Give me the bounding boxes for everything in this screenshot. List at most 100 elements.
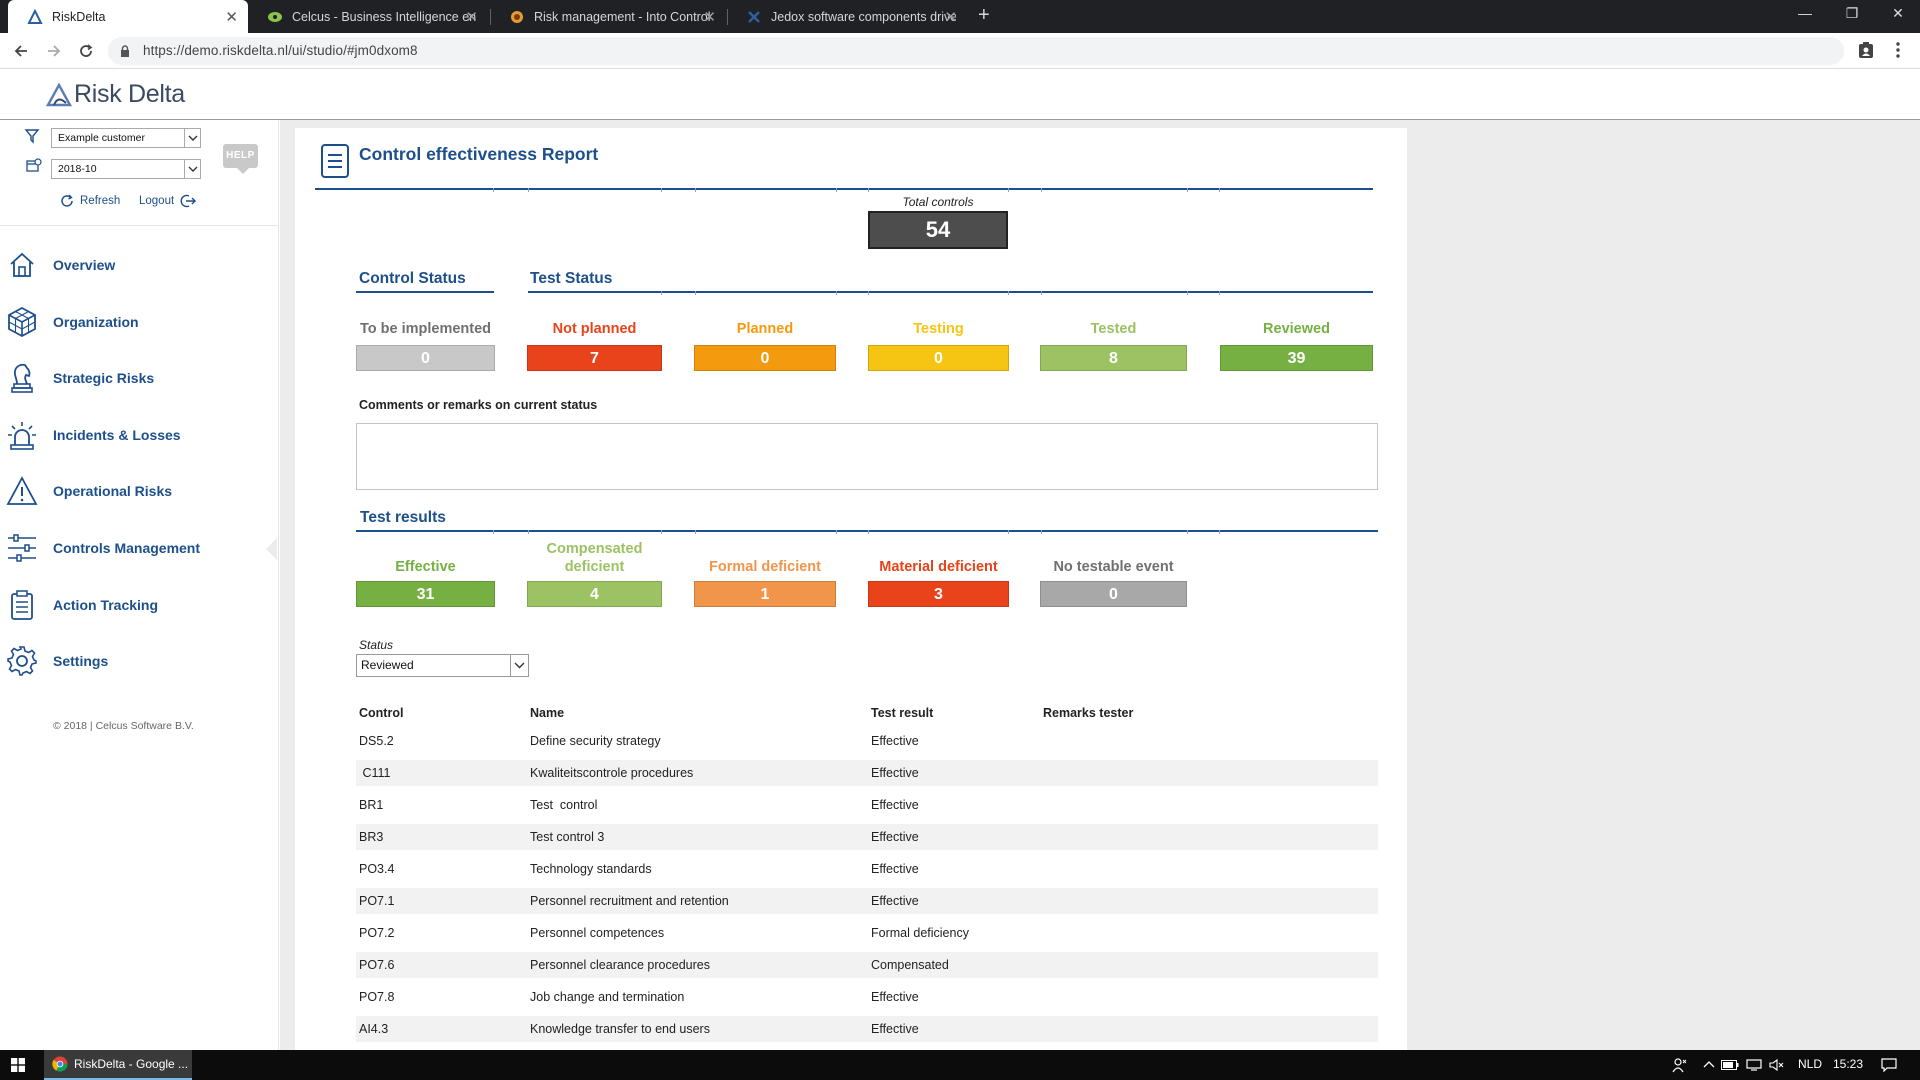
- browser-tab-riskdelta[interactable]: RiskDelta ✕: [8, 0, 248, 33]
- logout-button[interactable]: Logout: [139, 194, 202, 208]
- total-controls-label: Total controls: [902, 195, 974, 209]
- close-tab-icon[interactable]: ✕: [225, 8, 238, 26]
- total-controls-value: 54: [868, 211, 1008, 249]
- cell-name: Job change and termination: [530, 990, 685, 1004]
- cell-test-result: Effective: [871, 734, 919, 748]
- brand-logo[interactable]: Risk Delta: [46, 80, 185, 109]
- stat-value-box[interactable]: 0: [356, 345, 495, 371]
- close-tab-icon[interactable]: ✕: [465, 8, 478, 26]
- battery-icon[interactable]: [1721, 1060, 1739, 1070]
- customer-select[interactable]: Example customer: [51, 128, 201, 148]
- sidebar-item-action-tracking[interactable]: Action Tracking: [0, 585, 278, 625]
- sidebar-divider: [0, 225, 278, 226]
- restore-icon[interactable]: ❐: [1829, 0, 1875, 28]
- comments-textarea[interactable]: [356, 423, 1378, 490]
- sidebar-item-label: Organization: [53, 314, 139, 330]
- stat-value-box[interactable]: 1: [694, 581, 836, 607]
- stat-label: Planned: [736, 321, 794, 337]
- cell-control: PO7.2: [359, 926, 395, 940]
- cube-icon: [0, 302, 44, 342]
- stat-value-box[interactable]: 7: [527, 345, 662, 371]
- language-indicator[interactable]: NLD: [1798, 1057, 1822, 1071]
- stat-value-box[interactable]: 4: [527, 581, 662, 607]
- volume-muted-icon[interactable]: [1769, 1059, 1785, 1071]
- stat-label: Compensated deficient: [546, 541, 643, 575]
- table-row[interactable]: BR3 Test control 3 Effective: [356, 824, 1378, 850]
- stat-value-box[interactable]: 0: [1040, 581, 1187, 607]
- status-filter-select[interactable]: Reviewed: [356, 654, 529, 677]
- table-row[interactable]: AI4.3 Knowledge transfer to end users Effe…: [356, 1016, 1378, 1042]
- forward-arrow-icon[interactable]: [42, 39, 66, 63]
- jedox-favicon-icon: [748, 10, 760, 23]
- cell-test-result: Effective: [871, 830, 919, 844]
- browser-tab-celcus[interactable]: Celcus - Business Intelligence en ✕: [248, 0, 488, 33]
- refresh-button[interactable]: Refresh: [60, 194, 120, 208]
- table-row[interactable]: PO7.2 Personnel competences Formal deficie…: [356, 920, 1378, 946]
- sidebar-item-organization[interactable]: Organization: [0, 302, 278, 342]
- cell-name: Knowledge transfer to end users: [530, 1022, 710, 1036]
- status-filter-value: Reviewed: [361, 658, 414, 672]
- chevron-up-icon[interactable]: [1703, 1060, 1715, 1068]
- table-row[interactable]: PO7.6 Personnel clearance procedures Compe…: [356, 952, 1378, 978]
- copyright-text: © 2018 | Celcus Software B.V.: [53, 720, 194, 732]
- sidebar-item-label: Incidents & Losses: [53, 427, 181, 443]
- cell-test-result: Effective: [871, 894, 919, 908]
- intocontrol-favicon-icon: [511, 10, 523, 23]
- clock[interactable]: 15:23: [1833, 1057, 1863, 1071]
- stat-value-box[interactable]: 3: [868, 581, 1009, 607]
- address-bar[interactable]: https://demo.riskdelta.nl/ui/studio/#jm0…: [108, 37, 1844, 65]
- close-tab-icon[interactable]: ✕: [703, 8, 716, 26]
- cell-control: C111: [359, 766, 391, 780]
- windows-start-icon[interactable]: [11, 1058, 25, 1072]
- browser-tab-intocontrol[interactable]: Risk management - Into Control ✕: [490, 0, 726, 33]
- table-row[interactable]: PO7.1 Personnel recruitment and retention…: [356, 888, 1378, 914]
- back-arrow-icon[interactable]: [9, 39, 33, 63]
- help-button[interactable]: HELP: [223, 144, 258, 174]
- test-status-rule: [528, 291, 1373, 293]
- people-icon[interactable]: [1672, 1057, 1688, 1073]
- stat-value-box[interactable]: 31: [356, 581, 495, 607]
- table-row[interactable]: BR1 Test control Effective: [356, 792, 1378, 818]
- refresh-label: Refresh: [80, 195, 121, 207]
- cell-name: Test control 3: [530, 830, 605, 844]
- close-tab-icon[interactable]: ✕: [944, 8, 957, 26]
- cell-control: PO7.8: [359, 990, 395, 1004]
- sidebar-item-settings[interactable]: Settings: [0, 641, 278, 681]
- menu-dots-icon[interactable]: [1895, 41, 1901, 64]
- notifications-icon[interactable]: [1881, 1058, 1897, 1072]
- url-text: https://demo.riskdelta.nl/ui/studio/#jm0…: [143, 43, 418, 58]
- cell-name: Personnel recruitment and retention: [530, 894, 729, 908]
- sidebar-item-operational-risks[interactable]: Operational Risks: [0, 471, 278, 511]
- tab-title: Risk management - Into Control: [534, 9, 711, 24]
- stat-value-box[interactable]: 8: [1040, 345, 1187, 371]
- sidebar-item-label: Action Tracking: [53, 597, 159, 613]
- sidebar-item-incidents-losses[interactable]: Incidents & Losses: [0, 415, 278, 455]
- profile-icon[interactable]: [1858, 41, 1874, 64]
- close-window-icon[interactable]: ✕: [1875, 0, 1920, 28]
- taskbar-app-label: RiskDelta - Google ...: [74, 1057, 189, 1071]
- stat-value-box[interactable]: 0: [868, 345, 1009, 371]
- riskdelta-favicon-icon: [27, 8, 43, 24]
- browser-tab-jedox[interactable]: Jedox software components drive ✕: [727, 0, 967, 33]
- sidebar-item-strategic-risks[interactable]: Strategic Risks: [0, 358, 278, 398]
- stat-value-box[interactable]: 0: [694, 345, 836, 371]
- cell-name: Technology standards: [530, 862, 652, 876]
- period-select[interactable]: 2018-10: [51, 159, 201, 179]
- taskbar-chrome-app[interactable]: RiskDelta - Google ...: [44, 1050, 192, 1080]
- table-row[interactable]: DS5.2 Define security strategy Effective: [356, 728, 1378, 754]
- sidebar-item-controls-management[interactable]: Controls Management: [0, 528, 278, 568]
- table-row[interactable]: PO3.4 Technology standards Effective: [356, 856, 1378, 882]
- minimize-icon[interactable]: —: [1782, 0, 1828, 28]
- stat-label: Tested: [1090, 321, 1137, 337]
- new-tab-icon[interactable]: +: [978, 4, 990, 27]
- stat-value-box[interactable]: 39: [1220, 345, 1373, 371]
- sidebar-item-overview[interactable]: Overview: [0, 245, 278, 285]
- risk-delta-logo-icon: [46, 82, 72, 106]
- warning-triangle-icon: [0, 471, 44, 511]
- brand-name: Risk Delta: [74, 80, 185, 108]
- network-icon[interactable]: [1746, 1059, 1762, 1071]
- reload-icon[interactable]: [74, 39, 98, 63]
- filter-icon: [24, 129, 40, 144]
- table-row[interactable]: C111 Kwaliteitscontrole procedures Effecti…: [356, 760, 1378, 786]
- table-row[interactable]: PO7.8 Job change and termination Effective: [356, 984, 1378, 1010]
